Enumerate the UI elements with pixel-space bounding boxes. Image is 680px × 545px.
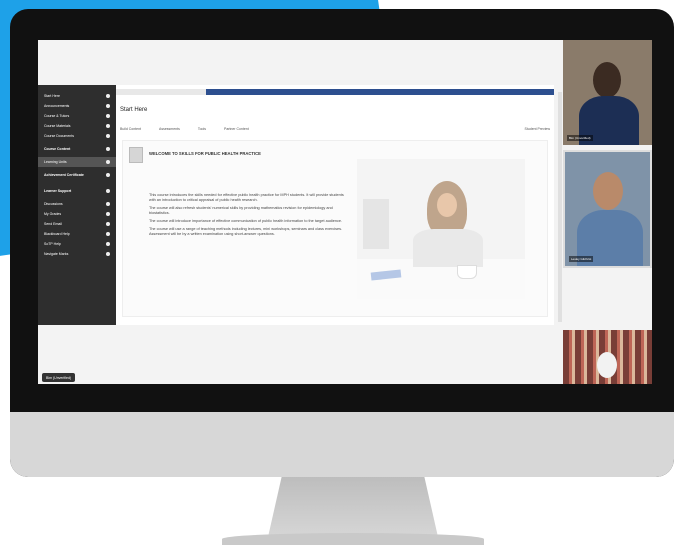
sidebar-item-label: Start Here (44, 94, 60, 98)
sidebar-item-learner-support[interactable]: Learner Support (38, 183, 116, 199)
sidebar-item-label: Course Materials (44, 124, 71, 128)
sidebar-item-start-here[interactable]: Start Here (38, 91, 116, 101)
menu-partner-content[interactable]: Partner Content (224, 127, 249, 131)
screen: Start Here Announcements Course & Tutors… (38, 40, 652, 384)
monitor-base (222, 533, 484, 545)
dot-icon (106, 147, 110, 151)
sidebar-item-label: My Grades (44, 212, 62, 216)
sidebar-item-announcements[interactable]: Announcements (38, 101, 116, 111)
sidebar-item-sotp-help[interactable]: SoTP Help (38, 239, 116, 249)
sidebar-item-discussions[interactable]: Discussions (38, 199, 116, 209)
menu-tools[interactable]: Tools (198, 127, 206, 131)
course-sidebar: Start Here Announcements Course & Tutors… (38, 85, 116, 325)
sidebar-item-label: Blackboard Help (44, 232, 70, 236)
dot-icon (106, 222, 110, 226)
course-description: This course introduces the skills needed… (149, 193, 349, 240)
dot-icon (106, 134, 110, 138)
dot-icon (106, 189, 110, 193)
sidebar-item-course-content[interactable]: Course Content (38, 141, 116, 157)
lms-window: Start Here Announcements Course & Tutors… (38, 85, 554, 325)
dot-icon (106, 252, 110, 256)
sidebar-item-my-grades[interactable]: My Grades (38, 209, 116, 219)
sidebar-item-label: Navigate Marks (44, 252, 69, 256)
sidebar-item-learning-units[interactable]: Learning Units (38, 157, 116, 167)
sidebar-item-label: Learner Support (44, 189, 72, 193)
dot-icon (106, 160, 110, 164)
sidebar-item-label: Announcements (44, 104, 70, 108)
scrollbar[interactable] (558, 92, 562, 322)
sidebar-item-label: SoTP Help (44, 242, 61, 246)
participant-video-1[interactable]: Bim (Unverified) (563, 40, 652, 145)
sidebar-item-label: Course Content (44, 147, 71, 151)
presenter-name-tag: Bim (Unverified) (42, 373, 76, 382)
sidebar-item-label: Achievement Certificate (44, 173, 84, 177)
sidebar-item-achievement-certificate[interactable]: Achievement Certificate (38, 167, 116, 183)
menu-assessments[interactable]: Assessments (159, 127, 180, 131)
sidebar-item-label: Discussions (44, 202, 63, 206)
dot-icon (106, 114, 110, 118)
sidebar-item-course-documents[interactable]: Course Documents (38, 131, 116, 141)
content-item: WELCOME TO SKILLS FOR PUBLIC HEALTH PRAC… (122, 140, 548, 317)
monitor-stand (268, 477, 438, 537)
monitor-chin (10, 412, 674, 477)
paragraph: The course will introduce importance of … (149, 219, 343, 223)
course-image (357, 159, 525, 299)
content-item-title[interactable]: WELCOME TO SKILLS FOR PUBLIC HEALTH PRAC… (149, 151, 261, 156)
participant-name: Lesley Gilchrist (569, 256, 594, 262)
sidebar-item-label: Course & Tutors (44, 114, 70, 118)
sidebar-item-label: Send Email (44, 222, 62, 226)
participant-name: Bim (Unverified) (567, 135, 593, 141)
paragraph: This course introduces the skills needed… (149, 193, 344, 202)
dot-icon (106, 173, 110, 177)
sidebar-item-label: Learning Units (44, 160, 67, 164)
dot-icon (106, 212, 110, 216)
participant-video-2[interactable]: Lesley Gilchrist (563, 150, 652, 268)
menu-build-content[interactable]: Build Content (120, 127, 141, 131)
sidebar-item-blackboard-help[interactable]: Blackboard Help (38, 229, 116, 239)
sidebar-item-course-materials[interactable]: Course Materials (38, 121, 116, 131)
dot-icon (106, 104, 110, 108)
menu-student-preview[interactable]: Student Preview (525, 127, 551, 131)
dot-icon (106, 232, 110, 236)
sidebar-item-course-tutors[interactable]: Course & Tutors (38, 111, 116, 121)
dot-icon (106, 94, 110, 98)
paragraph: The course will also refresh students' n… (149, 206, 333, 215)
dot-icon (106, 202, 110, 206)
dot-icon (106, 124, 110, 128)
paragraph: The course will use a range of teaching … (149, 227, 343, 236)
content-menu-bar: Build Content Assessments Tools Partner … (120, 125, 550, 133)
sidebar-item-send-email[interactable]: Send Email (38, 219, 116, 229)
document-icon (129, 147, 143, 163)
dot-icon (106, 242, 110, 246)
sidebar-item-label: Course Documents (44, 134, 74, 138)
lms-top-bar-tab (116, 89, 206, 95)
participant-video-3[interactable] (563, 330, 652, 384)
page-title: Start Here (120, 107, 148, 113)
sidebar-item-navigate-marks[interactable]: Navigate Marks (38, 249, 116, 259)
